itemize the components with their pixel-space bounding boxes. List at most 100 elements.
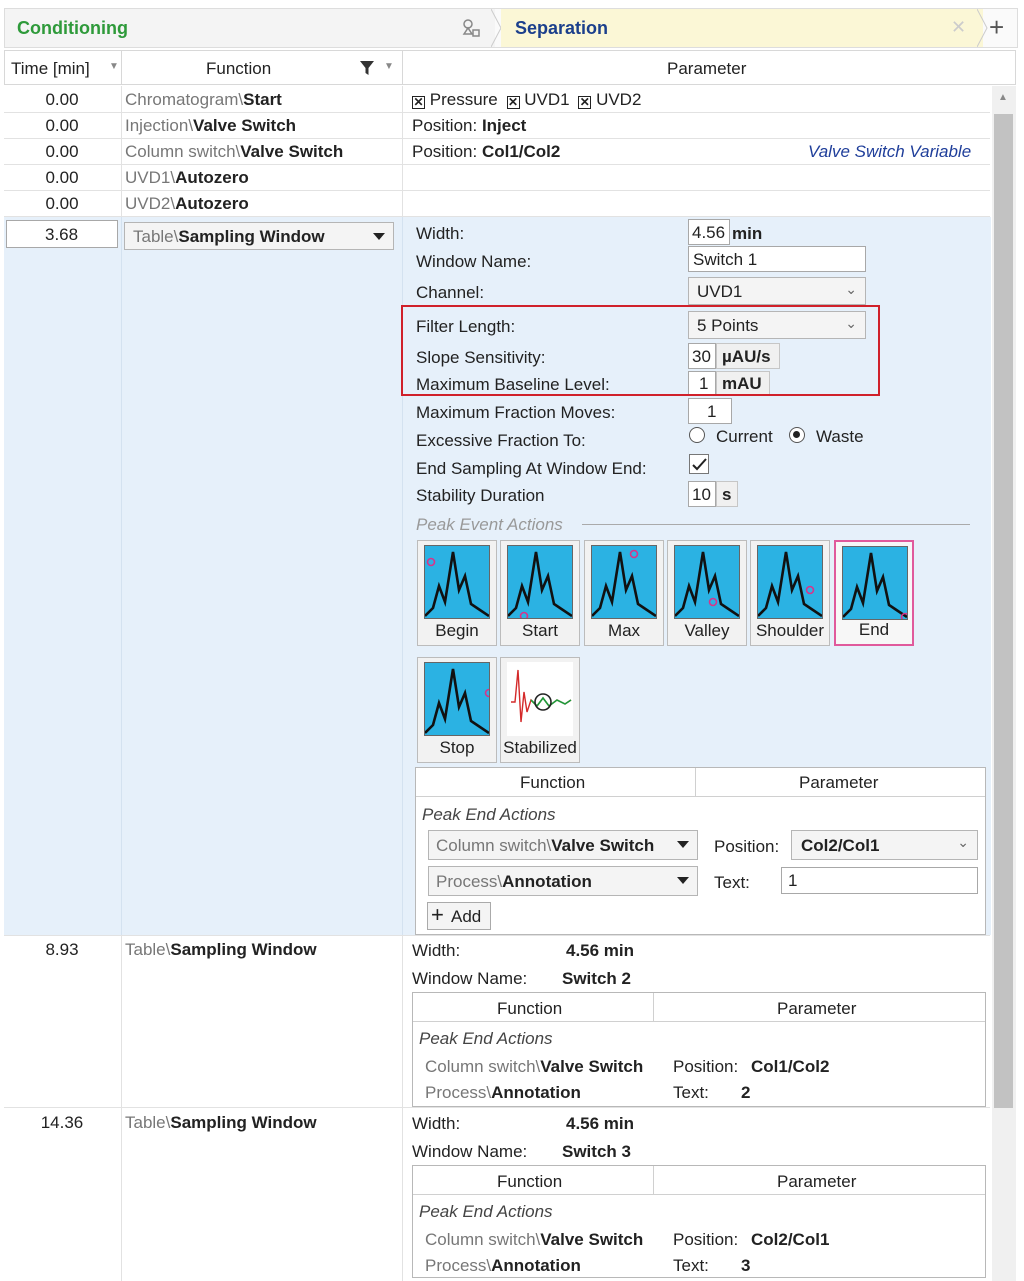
function-select[interactable]: Table\Sampling Window (124, 222, 394, 250)
scrollbar-thumb[interactable] (994, 114, 1013, 1108)
stability-duration-input[interactable]: 10 (688, 481, 716, 507)
checkbox-icon[interactable]: ✕ (578, 96, 592, 109)
row-function: UVD1\Autozero (125, 168, 249, 187)
action-function-select[interactable]: Column switch\Valve Switch (428, 830, 698, 860)
channel-label: Channel: (416, 283, 485, 302)
action-position-label: Position: (714, 837, 780, 856)
row-function: Table\Sampling Window (125, 1113, 317, 1132)
window-name-label: Window Name: (412, 1142, 528, 1161)
window-width-label: Width: (412, 1114, 461, 1133)
highlight-box (401, 305, 880, 396)
action-text-input[interactable]: 1 (781, 867, 978, 894)
chevron-down-icon: ⌄ (957, 834, 969, 850)
radio-current[interactable] (689, 427, 705, 443)
peak-chromatogram-icon (674, 545, 740, 619)
column-header-parameter[interactable]: Parameter (402, 50, 1016, 85)
width-input[interactable]: 4.56 (688, 219, 730, 245)
max-moves-label: Maximum Fraction Moves: (416, 403, 616, 422)
action-param-label: Position: (673, 1230, 739, 1249)
graph-link-icon[interactable] (461, 18, 481, 38)
stability-duration-label: Stability Duration (416, 486, 545, 505)
action-param-value: 2 (741, 1083, 751, 1102)
width-label: Width: (416, 224, 465, 243)
action-param-label: Text: (673, 1083, 709, 1102)
peak-event-start-button[interactable]: Start (500, 540, 580, 646)
window-name-value: Switch 3 (562, 1142, 631, 1161)
peak-event-button-label: Start (522, 621, 558, 640)
max-moves-input[interactable]: 1 (688, 398, 732, 424)
row-time: 0.00 (45, 168, 79, 187)
peak-event-max-button[interactable]: Max (584, 540, 664, 646)
stability-unit: s (716, 481, 738, 507)
tab-separation-label: Separation (515, 18, 609, 38)
width-unit: min (732, 224, 763, 243)
time-input[interactable]: 3.68 (6, 220, 118, 248)
action-param-value: 3 (741, 1256, 751, 1275)
peak-event-begin-button[interactable]: Begin (417, 540, 497, 646)
action-function-select[interactable]: Process\Annotation (428, 866, 698, 896)
action-position-select[interactable]: Col2/Col1 ⌄ (791, 830, 978, 860)
peak-event-button-label: Stop (439, 738, 475, 757)
column-header-function[interactable]: Function ▼ (121, 50, 403, 85)
action-function: Process\Annotation (425, 1256, 581, 1275)
peak-event-stabilized-button[interactable]: Stabilized (500, 657, 580, 763)
row-function: Chromatogram\Start (125, 90, 282, 109)
dropdown-arrow-icon (677, 841, 689, 848)
scrollbar[interactable]: ▲ (992, 86, 1016, 1281)
action-function: Column switch\Valve Switch (425, 1057, 644, 1076)
checkbox-icon[interactable]: ✕ (506, 96, 520, 109)
stabilized-signal-icon (507, 662, 573, 736)
action-function: Process\Annotation (425, 1083, 581, 1102)
peak-event-button-label: Shoulder (755, 621, 825, 640)
radio-waste-label: Waste (816, 427, 864, 446)
action-param-value: Col2/Col1 (751, 1230, 830, 1249)
dropdown-arrow-icon (677, 877, 689, 884)
radio-waste[interactable] (789, 427, 805, 443)
peak-event-button-label: Stabilized (503, 738, 577, 757)
add-button[interactable]: + Add (427, 902, 491, 930)
peak-event-button-label: Max (607, 621, 641, 640)
peak-event-end-button[interactable]: End (834, 540, 914, 646)
tab-close-icon[interactable]: ✕ (951, 17, 966, 38)
peak-event-shoulder-button[interactable]: Shoulder (750, 540, 830, 646)
row-time: 0.00 (45, 194, 79, 213)
tab-conditioning[interactable]: Conditioning (5, 9, 495, 47)
peak-event-button-label: End (858, 620, 890, 639)
scroll-up-icon[interactable]: ▲ (998, 92, 1008, 103)
peak-event-valley-button[interactable]: Valley (667, 540, 747, 646)
window-name-input[interactable]: Switch 1 (688, 246, 866, 272)
peak-end-actions-label: Peak End Actions (419, 1029, 553, 1048)
filter-icon[interactable] (360, 61, 374, 75)
excessive-fraction-label: Excessive Fraction To: (416, 431, 586, 450)
sub-parameter-header: Parameter (777, 999, 857, 1018)
row-function: UVD2\Autozero (125, 194, 249, 213)
add-tab-icon[interactable]: + (989, 12, 1004, 43)
sub-function-header: Function (497, 1172, 563, 1191)
peak-end-actions-label: Peak End Actions (419, 1202, 553, 1221)
window-width-value: 4.56 min (566, 941, 635, 960)
row-time: 14.36 (40, 1113, 84, 1132)
add-button-label: Add (451, 907, 482, 926)
peak-chromatogram-icon (757, 545, 823, 619)
peak-event-actions-label: Peak Event Actions (416, 515, 563, 534)
sort-icon[interactable]: ▼ (384, 61, 394, 72)
peak-event-stop-button[interactable]: Stop (417, 657, 497, 763)
tab-separation[interactable]: Separation ✕ (501, 9, 983, 47)
row-time: 0.00 (45, 142, 79, 161)
column-header-time[interactable]: Time [min] ▼ (4, 50, 122, 85)
row-function: Table\Sampling Window (125, 940, 317, 959)
window-name-value: Switch 2 (562, 969, 631, 988)
valve-switch-variable-link[interactable]: Valve Switch Variable (808, 142, 971, 162)
checkmark-icon (692, 458, 707, 471)
channel-select[interactable]: UVD1 ⌄ (688, 277, 866, 305)
plus-icon: + (431, 902, 444, 927)
checkbox-icon[interactable]: ✕ (412, 96, 425, 109)
radio-current-label: Current (716, 427, 773, 446)
peak-chromatogram-icon (424, 662, 494, 736)
row-parameter: Position: Inject (412, 116, 527, 135)
column-header-time-label: Time [min] (11, 59, 90, 78)
end-sampling-checkbox[interactable] (689, 454, 709, 474)
tab-bar: Conditioning Separation ✕ + (4, 8, 1018, 48)
sort-icon[interactable]: ▼ (109, 61, 119, 72)
peak-chromatogram-icon (424, 545, 490, 619)
